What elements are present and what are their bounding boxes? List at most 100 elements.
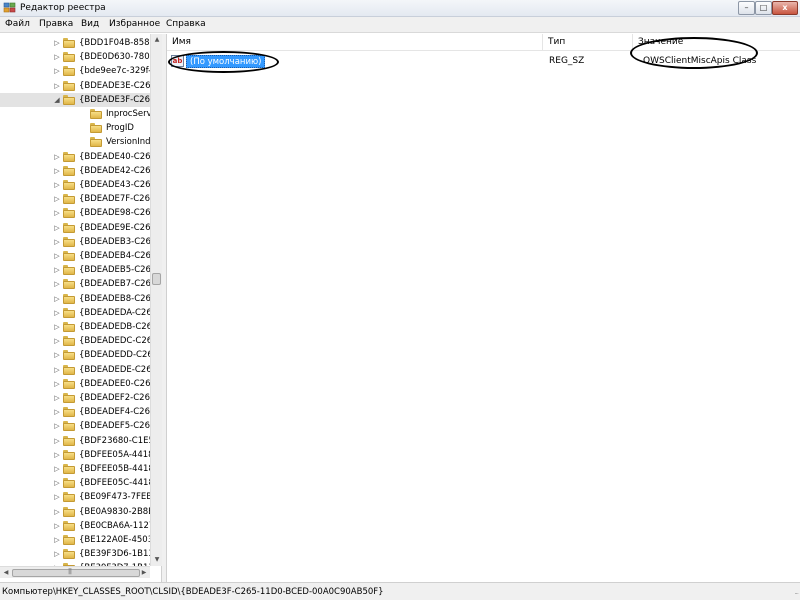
tree-key[interactable]: ▷ {BE09F473-7FEB- [0, 490, 150, 504]
scroll-right-arrow-icon[interactable]: ▶ [139, 568, 149, 578]
tree-key[interactable]: ▷ {BDD1F04B-858B [0, 36, 150, 50]
tree-key[interactable]: ▷ {BDEADE40-C265 [0, 150, 150, 164]
tree-key[interactable]: ▷ {BE39F3D6-1B13- [0, 547, 150, 561]
scroll-left-arrow-icon[interactable]: ◀ [1, 568, 11, 578]
expand-arrow-icon[interactable]: ▷ [53, 224, 61, 232]
tree-key[interactable]: ▷ {BDFEE05C-4418 [0, 476, 150, 490]
tree-key-label: {BDEADEB7-C265 [79, 279, 150, 290]
tree-hscroll-thumb[interactable] [12, 569, 140, 577]
menu-file[interactable]: Файл [5, 19, 30, 29]
tree-key[interactable]: ▷ {BDEADE43-C265 [0, 178, 150, 192]
tree-key[interactable]: ▷ {BDEADE9E-C265 [0, 221, 150, 235]
tree-key[interactable]: ▷ {bde9ee7c-329f-4 [0, 64, 150, 78]
expand-arrow-icon[interactable]: ▷ [53, 550, 61, 558]
collapse-arrow-icon[interactable]: ◢ [53, 96, 61, 104]
expand-arrow-icon[interactable]: ▷ [53, 295, 61, 303]
expand-arrow-icon[interactable]: ▷ [53, 437, 61, 445]
column-header-type[interactable]: Тип [543, 34, 633, 51]
expand-arrow-icon[interactable]: ▷ [53, 323, 61, 331]
resize-grip-icon[interactable]: ... [794, 588, 799, 596]
expand-arrow-icon[interactable]: ▷ [53, 493, 61, 501]
expand-arrow-icon[interactable]: ▷ [53, 309, 61, 317]
expand-arrow-icon[interactable]: ▷ [53, 195, 61, 203]
close-button[interactable]: x [772, 1, 798, 15]
expand-arrow-icon[interactable]: ▷ [53, 280, 61, 288]
tree-key[interactable]: ▷ {BDFEE05B-4418 [0, 462, 150, 476]
expand-arrow-icon[interactable]: ▷ [53, 522, 61, 530]
tree-subkey[interactable]: ProgID [0, 121, 150, 135]
tree-key[interactable]: ▷ {BDEADEB8-C265 [0, 292, 150, 306]
expand-arrow-icon[interactable]: ▷ [53, 408, 61, 416]
tree-subkey[interactable]: VersionIndep [0, 135, 150, 149]
value-row[interactable]: ab (По умолчанию) REG_SZ OWSClientMiscAp… [167, 53, 800, 69]
expand-arrow-icon[interactable]: ▷ [53, 53, 61, 61]
tree-key[interactable]: ▷ {BDEADEB4-C265 [0, 249, 150, 263]
menu-favorites[interactable]: Избранное [109, 19, 160, 29]
expand-arrow-icon[interactable]: ▷ [53, 366, 61, 374]
tree-key[interactable]: ▷ {BDEADE3E-C265 [0, 79, 150, 93]
expand-arrow-icon[interactable]: ▷ [53, 153, 61, 161]
scroll-up-arrow-icon[interactable]: ▲ [152, 35, 162, 45]
menu-help[interactable]: Справка [166, 19, 206, 29]
tree-key[interactable]: ▷ {BDEADEDD-C26 [0, 348, 150, 362]
expand-arrow-icon[interactable]: ▷ [53, 238, 61, 246]
folder-icon [63, 478, 75, 489]
tree-vscroll-thumb[interactable] [152, 273, 161, 285]
expand-arrow-icon[interactable]: ▷ [53, 351, 61, 359]
tree-key[interactable]: ▷ {BDFEE05A-4418 [0, 448, 150, 462]
tree-key[interactable]: ▷ {BDEADEB5-C265 [0, 263, 150, 277]
tree-key[interactable]: ▷ {BDEADEDE-C265 [0, 363, 150, 377]
scroll-down-arrow-icon[interactable]: ▼ [152, 555, 162, 565]
expand-arrow-icon[interactable]: ▷ [53, 465, 61, 473]
tree-key[interactable]: ▷ {BDEADEE0-C265 [0, 377, 150, 391]
expand-arrow-icon[interactable]: ▷ [53, 82, 61, 90]
expand-arrow-icon[interactable]: ▷ [53, 536, 61, 544]
expand-arrow-icon[interactable]: ▷ [53, 394, 61, 402]
tree-key[interactable]: ▷ {BDEADEF5-C265 [0, 419, 150, 433]
menu-view[interactable]: Вид [81, 19, 99, 29]
expand-arrow-icon[interactable]: ▷ [53, 209, 61, 217]
tree-subkey[interactable]: InprocServer3 [0, 107, 150, 121]
tree-key[interactable]: ▷ {BDEADEB3-C265 [0, 235, 150, 249]
tree-key[interactable]: ▷ {BDE0D630-7801 [0, 50, 150, 64]
folder-icon [90, 123, 102, 134]
expand-arrow-icon[interactable]: ▷ [53, 508, 61, 516]
expand-arrow-icon[interactable]: ▷ [53, 337, 61, 345]
expand-arrow-icon[interactable]: ▷ [53, 422, 61, 430]
tree-key[interactable]: ▷ {BDEADE42-C265 [0, 164, 150, 178]
tree-key[interactable]: ▷ {BDF23680-C1E5- [0, 434, 150, 448]
expand-arrow-icon[interactable]: ▷ [53, 266, 61, 274]
maximize-button[interactable]: □ [755, 1, 772, 15]
tree-key[interactable]: ▷ {BDEADEDB-C26 [0, 320, 150, 334]
tree-key[interactable]: ▷ {BDEADE7F-C265 [0, 192, 150, 206]
tree-key[interactable]: ▷ {BDEADEDC-C26 [0, 334, 150, 348]
tree-key[interactable]: ▷ {BDEADEF2-C265 [0, 391, 150, 405]
value-name[interactable]: (По умолчанию) [186, 55, 266, 68]
value-list[interactable]: Имя Тип Значение ab (По умолчанию) REG_S… [166, 34, 800, 582]
expand-arrow-icon[interactable]: ▷ [53, 181, 61, 189]
tree-vertical-scrollbar[interactable]: ▲ ▼ [150, 34, 162, 566]
menu-edit[interactable]: Правка [39, 19, 73, 29]
expand-arrow-icon[interactable]: ▷ [53, 479, 61, 487]
minimize-button[interactable]: – [738, 1, 755, 15]
tree-key[interactable]: ▷ {BE0A9830-2B8B [0, 505, 150, 519]
tree-key[interactable]: ▷ {BDEADE98-C265 [0, 206, 150, 220]
tree-key[interactable]: ▷ {BE122A0E-4503- [0, 533, 150, 547]
tree-key[interactable]: ◢ {BDEADE3F-C265 [0, 92, 150, 107]
expand-arrow-icon[interactable]: ▷ [53, 167, 61, 175]
expand-arrow-icon[interactable]: ▷ [53, 380, 61, 388]
expand-arrow-icon[interactable]: ▷ [53, 39, 61, 47]
tree-horizontal-scrollbar[interactable]: ◀ ||| ▶ [0, 566, 150, 578]
tree-key[interactable]: ▷ {BDEADEB7-C265 [0, 277, 150, 291]
tree-key[interactable]: ▷ {BDEADEF4-C265 [0, 405, 150, 419]
expand-arrow-icon[interactable]: ▷ [53, 67, 61, 75]
expand-arrow-icon[interactable]: ▷ [53, 451, 61, 459]
tree-key-label: {BDEADEB8-C265 [79, 293, 150, 304]
tree-key[interactable]: ▷ {BE0CBA6A-1127 [0, 519, 150, 533]
key-tree[interactable]: ▷ {BDD1F04B-858B ▷ {BDE0D630-7801 ▷ {bde9ee7c… [0, 34, 162, 582]
column-header-value[interactable]: Значение [633, 34, 800, 51]
tree-key-label: {BDFEE05C-4418 [79, 478, 150, 489]
expand-arrow-icon[interactable]: ▷ [53, 252, 61, 260]
tree-key[interactable]: ▷ {BDEADEDA-C26 [0, 306, 150, 320]
column-header-name[interactable]: Имя [167, 34, 543, 51]
